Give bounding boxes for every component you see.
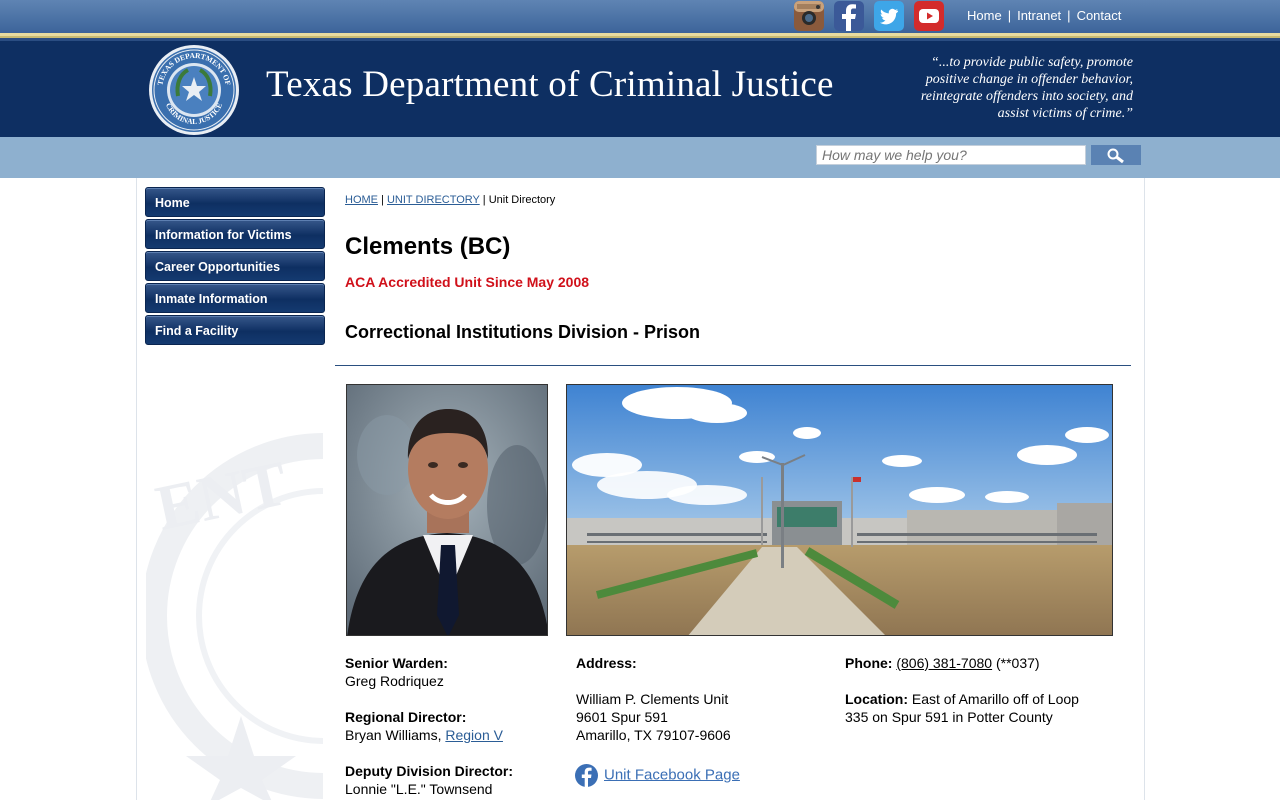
deputy-director-label: Deputy Division Director: (345, 763, 514, 779)
phone-link[interactable]: (806) 381-7080 (896, 655, 992, 671)
page-title: Clements (BC) (345, 233, 511, 260)
tdcj-seal-logo[interactable]: TEXAS DEPARTMENT OF CRIMINAL JUSTICE (148, 44, 240, 136)
unit-facebook-link[interactable]: Unit Facebook Page (575, 764, 740, 787)
top-link-contact[interactable]: Contact (1077, 8, 1122, 23)
instagram-icon[interactable] (794, 1, 824, 31)
regional-director-label: Regional Director: (345, 709, 467, 725)
sidebar-item-victims[interactable]: Information for Victims (145, 219, 325, 249)
warden-photo (346, 384, 548, 636)
senior-warden-name: Greg Rodriquez (345, 673, 444, 689)
seal-watermark: ENT (146, 433, 323, 800)
sidebar-item-find-facility[interactable]: Find a Facility (145, 315, 325, 345)
address-info: Address: William P. Clements Unit 9601 S… (576, 654, 826, 744)
link-separator: | (1067, 8, 1071, 23)
site-header: TEXAS DEPARTMENT OF CRIMINAL JUSTICE Tex… (0, 41, 1280, 137)
youtube-icon[interactable] (914, 1, 944, 31)
link-separator: | (1007, 8, 1012, 23)
search-button[interactable] (1091, 145, 1141, 165)
top-link-home[interactable]: Home (967, 8, 1002, 23)
breadcrumb-unit-directory-link[interactable]: UNIT DIRECTORY (387, 194, 480, 206)
site-title: Texas Department of Criminal Justice (266, 64, 834, 105)
regional-director-name: Bryan Williams, (345, 727, 442, 743)
location-label: Location: (845, 691, 908, 707)
phone-label: Phone: (845, 655, 893, 671)
contact-info: Phone: (806) 381-7080 (**037) Location: … (845, 654, 1115, 726)
unit-facebook-label: Unit Facebook Page (604, 766, 740, 784)
address-label: Address: (576, 655, 637, 671)
breadcrumb-current: Unit Directory (488, 194, 556, 206)
senior-warden-label: Senior Warden: (345, 655, 448, 671)
search-icon (1107, 148, 1124, 164)
twitter-icon[interactable] (874, 1, 904, 31)
address-line-2: 9601 Spur 591 (576, 709, 668, 725)
header-divider (0, 33, 1280, 41)
facebook-circle-icon (575, 764, 598, 787)
unit-facility-photo (566, 384, 1113, 636)
location-line-2: 335 on Spur 591 in Potter County (845, 709, 1053, 725)
sidebar-nav: Home Information for Victims Career Oppo… (145, 187, 325, 347)
facebook-icon[interactable] (834, 1, 864, 31)
region-link[interactable]: Region V (445, 727, 503, 743)
section-divider (335, 365, 1131, 366)
division-heading: Correctional Institutions Division - Pri… (345, 322, 701, 342)
search-input[interactable] (816, 145, 1086, 165)
sidebar-item-careers[interactable]: Career Opportunities (145, 251, 325, 281)
deputy-director-name: Lonnie "L.E." Townsend (345, 781, 493, 797)
sidebar-item-home[interactable]: Home (145, 187, 325, 217)
phone-extension: (**037) (995, 655, 1040, 671)
top-link-intranet[interactable]: Intranet (1017, 8, 1061, 23)
address-line-1: William P. Clements Unit (576, 691, 729, 707)
sidebar-item-inmate-info[interactable]: Inmate Information (145, 283, 325, 313)
staff-info: Senior Warden: Greg Rodriquez Regional D… (345, 654, 555, 798)
breadcrumb: HOME | UNIT DIRECTORY | Unit Directory (345, 194, 556, 206)
location-line-1: East of Amarillo off of Loop (911, 691, 1079, 707)
utility-links: Home | Intranet | Contact (967, 8, 1121, 23)
accreditation-notice: ACA Accredited Unit Since May 2008 (345, 274, 590, 290)
mission-statement: “...to provide public safety, promote po… (920, 55, 1133, 121)
address-line-3: Amarillo, TX 79107-9606 (576, 727, 731, 743)
svg-text:ENT: ENT (150, 447, 293, 544)
breadcrumb-home-link[interactable]: HOME (345, 194, 378, 206)
search-bar (0, 137, 1280, 178)
